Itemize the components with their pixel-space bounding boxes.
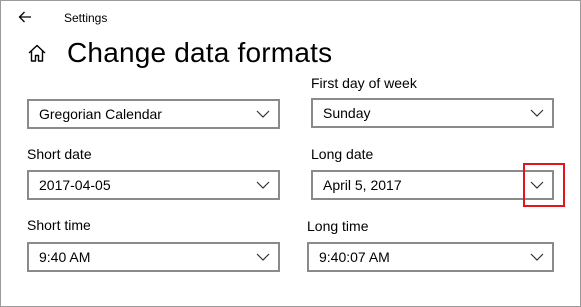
chevron-down-icon — [254, 106, 272, 122]
first-day-of-week-value: Sunday — [323, 105, 371, 121]
chevron-down-icon — [254, 177, 272, 193]
short-time-value: 9:40 AM — [39, 249, 91, 265]
calendar-dropdown[interactable]: Gregorian Calendar — [27, 99, 280, 129]
app-title: Settings — [64, 11, 108, 25]
long-time-value: 9:40:07 AM — [319, 249, 390, 265]
back-arrow-icon — [18, 10, 32, 28]
calendar-value: Gregorian Calendar — [39, 106, 162, 122]
highlight-box — [523, 163, 565, 207]
short-time-dropdown[interactable]: 9:40 AM — [27, 242, 280, 272]
home-icon — [27, 43, 47, 68]
back-button[interactable] — [15, 9, 35, 29]
chevron-down-icon — [528, 105, 546, 121]
title-bar: Settings — [1, 1, 580, 37]
short-time-label: Short time — [27, 217, 91, 233]
long-time-dropdown[interactable]: 9:40:07 AM — [307, 242, 554, 272]
chevron-down-icon — [528, 249, 546, 265]
long-date-value: April 5, 2017 — [323, 177, 402, 193]
page-title: Change data formats — [67, 37, 333, 68]
long-date-dropdown[interactable]: April 5, 2017 — [311, 170, 554, 200]
home-button[interactable] — [25, 43, 49, 67]
long-time-label: Long time — [307, 218, 369, 234]
chevron-down-icon — [254, 249, 272, 265]
long-date-label: Long date — [311, 146, 374, 162]
short-date-label: Short date — [27, 146, 92, 162]
short-date-value: 2017-04-05 — [39, 177, 111, 193]
settings-window: Settings Change data formats Gregorian C… — [0, 0, 581, 307]
first-day-of-week-label: First day of week — [311, 75, 417, 91]
short-date-dropdown[interactable]: 2017-04-05 — [27, 170, 280, 200]
first-day-of-week-dropdown[interactable]: Sunday — [311, 98, 554, 128]
